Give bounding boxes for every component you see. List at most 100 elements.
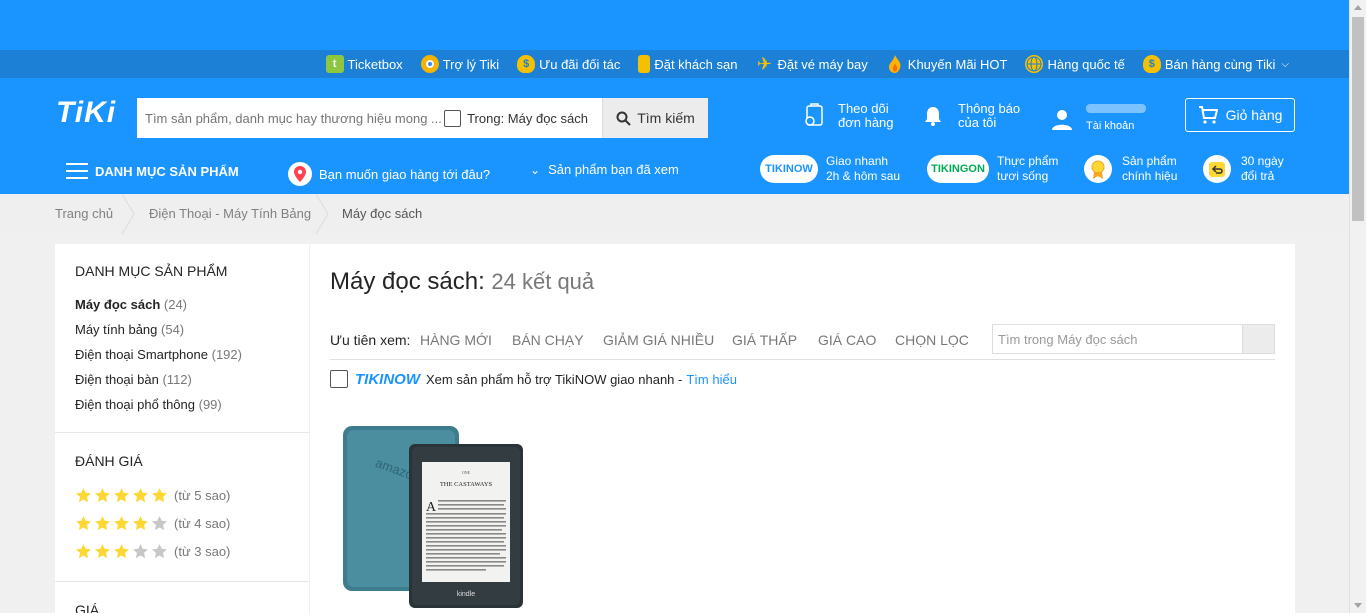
sidebar-divider <box>55 581 309 582</box>
star-filled-icon <box>152 488 167 503</box>
search-in-category-input[interactable]: Tìm trong Máy đọc sách <box>993 325 1242 353</box>
sort-option[interactable]: GIÁ CAO <box>818 332 876 348</box>
scope-checkbox[interactable] <box>444 109 462 127</box>
star-empty-icon <box>133 544 148 559</box>
page-scrollbar[interactable] <box>1349 0 1366 613</box>
scroll-down-arrow[interactable] <box>1354 603 1362 608</box>
category-count: (192) <box>211 347 242 362</box>
product-card[interactable]: amazon ONE THE CASTAWAYS A kindle <box>342 424 532 613</box>
badge-line1: 30 ngày <box>1241 154 1284 168</box>
search-scope[interactable]: Trong: Máy đọc sách <box>444 109 602 127</box>
link-dat-ve-may-bay[interactable]: ✈ Đặt vé máy bay <box>755 54 868 74</box>
account-label: Tài khoản <box>1086 120 1135 132</box>
category-name: Điện thoại Smartphone <box>75 347 208 362</box>
badge-genuine[interactable]: Sản phẩm chính hiệu <box>1084 154 1177 184</box>
viewed-label: Sản phẩm bạn đã xem <box>548 162 679 177</box>
order-location-icon <box>805 103 823 126</box>
breadcrumb-home[interactable]: Trang chủ <box>55 206 113 221</box>
breadcrumb-separator <box>315 194 329 234</box>
breadcrumb: Trang chủ Điện Thoại - Máy Tính Bảng Máy… <box>0 194 1349 234</box>
badge-line1: Sản phẩm <box>1122 154 1177 168</box>
tikinow-checkbox[interactable] <box>330 370 348 388</box>
sort-option[interactable]: GIÁ THẤP <box>732 332 797 348</box>
category-name: Điện thoại bàn <box>75 372 159 387</box>
cart-button[interactable]: Giỏ hàng <box>1185 98 1295 132</box>
badge-line1: Thực phẩm <box>997 154 1059 168</box>
rating-filter-4[interactable]: (từ 4 sao) <box>75 515 230 532</box>
product-listing: Máy đọc sách: 24 kết quả Ưu tiên xem: HÀ… <box>310 244 1295 613</box>
category-name: Máy đọc sách <box>75 297 161 312</box>
rating-label: (từ 5 sao) <box>174 488 231 503</box>
category-item[interactable]: Máy đọc sách (24) <box>75 297 187 312</box>
badge-line2: đổi trả <box>1241 169 1275 183</box>
link-label: Đặt khách sạn <box>654 56 738 72</box>
sell-bag-icon: $ <box>1142 55 1161 73</box>
track-line2: đơn hàng <box>838 115 894 130</box>
kindle-cover-chapter: ONE <box>462 470 471 475</box>
hamburger-icon <box>66 163 88 179</box>
badge-tikingon[interactable]: TIKINGON Thực phẩm tươi sống <box>927 154 1058 184</box>
filter-sidebar: DANH MỤC SẢN PHẨM Máy đọc sách (24) Máy … <box>55 244 309 613</box>
notifications[interactable]: Thông báo của tôi <box>922 102 1020 130</box>
badge-tikinow[interactable]: TIKINOW Giao nhanh 2h & hôm sau <box>760 154 900 184</box>
nav-row: DANH MỤC SẢN PHẨM Bạn muốn giao hàng tới… <box>0 154 1349 190</box>
star-empty-icon <box>152 516 167 531</box>
category-item[interactable]: Điện thoại phổ thông (99) <box>75 397 222 412</box>
badge-return[interactable]: 30 ngày đổi trả <box>1203 154 1284 184</box>
notify-line1: Thông báo <box>958 101 1021 116</box>
star-empty-icon <box>152 544 167 559</box>
link-label: Hàng quốc tế <box>1047 56 1125 72</box>
link-hang-quoc-te[interactable]: Hàng quốc tế <box>1025 55 1125 73</box>
star-filled-icon <box>95 488 110 503</box>
tikinow-learn-more-link[interactable]: Tìm hiểu <box>686 372 737 387</box>
search-in-category: Tìm trong Máy đọc sách <box>992 324 1275 354</box>
link-khuyen-mai-hot[interactable]: Khuyến Mãi HOT <box>886 55 1007 73</box>
rating-title: ĐÁNH GIÁ <box>75 453 143 469</box>
sort-option[interactable]: BÁN CHẠY <box>512 332 584 348</box>
star-filled-icon <box>76 488 91 503</box>
title-text: Máy đọc sách: <box>330 268 485 295</box>
tikinow-logo: TIKINOW <box>355 370 420 388</box>
track-line1: Theo dõi <box>838 101 889 116</box>
breadcrumb-category[interactable]: Điện Thoại - Máy Tính Bảng <box>149 206 311 221</box>
link-tro-ly-tiki[interactable]: Trợ lý Tiki <box>420 55 499 73</box>
delivery-location[interactable]: Bạn muốn giao hàng tới đâu? <box>288 162 490 186</box>
notify-line2: của tôi <box>958 115 997 130</box>
track-order[interactable]: Theo dõi đơn hàng <box>802 102 894 130</box>
svg-text:A: A <box>426 500 437 515</box>
link-label: Ticketbox <box>347 56 403 72</box>
link-ban-hang-cung-tiki[interactable]: $ Bán hàng cùng Tiki ⌵ <box>1142 55 1289 73</box>
star-filled-icon <box>114 488 129 503</box>
rating-filter-3[interactable]: (từ 3 sao) <box>75 543 230 560</box>
scroll-up-arrow[interactable] <box>1354 5 1362 10</box>
kindle-cover-title: THE CASTAWAYS <box>440 481 493 488</box>
sort-option[interactable]: GIẢM GIÁ NHIỀU <box>603 332 714 348</box>
link-ticketbox[interactable]: t Ticketbox <box>325 55 403 73</box>
link-dat-khach-san[interactable]: Đặt khách sạn <box>638 55 737 73</box>
search-button[interactable]: Tìm kiếm <box>602 98 708 138</box>
link-uu-dai[interactable]: $ Ưu đãi đối tác <box>517 55 620 73</box>
category-item[interactable]: Máy tính bảng (54) <box>75 322 184 337</box>
sort-option[interactable]: HÀNG MỚI <box>420 332 492 348</box>
star-filled-icon <box>133 488 148 503</box>
tikinow-filter[interactable]: TIKINOW Xem sản phẩm hỗ trợ TikiNOW giao… <box>330 370 737 388</box>
search-in-category-button[interactable] <box>1242 325 1274 353</box>
sort-option[interactable]: CHỌN LỌC <box>895 332 969 348</box>
categories-menu[interactable]: DANH MỤC SẢN PHẨM <box>66 162 239 180</box>
breadcrumb-separator <box>121 194 135 234</box>
category-name: Điện thoại phổ thông <box>75 397 195 412</box>
badge-line2: 2h & hôm sau <box>826 169 901 183</box>
rating-label: (từ 3 sao) <box>174 544 231 559</box>
rating-filter-5[interactable]: (từ 5 sao) <box>75 487 230 504</box>
tiki-logo[interactable]: TiKi <box>56 96 116 130</box>
scrollbar-thumb[interactable] <box>1352 17 1364 221</box>
viewed-products[interactable]: ⌄ Sản phẩm bạn đã xem <box>530 162 679 177</box>
location-label: Bạn muốn giao hàng tới đâu? <box>319 166 491 182</box>
account[interactable]: Tài khoản <box>1050 104 1146 133</box>
category-item[interactable]: Điện thoại bàn (112) <box>75 372 192 387</box>
star-filled-icon <box>95 516 110 531</box>
category-item[interactable]: Điện thoại Smartphone (192) <box>75 347 242 362</box>
search-input[interactable] <box>137 98 445 138</box>
sort-label: Ưu tiên xem: <box>330 332 411 348</box>
globe-icon <box>1025 55 1044 73</box>
